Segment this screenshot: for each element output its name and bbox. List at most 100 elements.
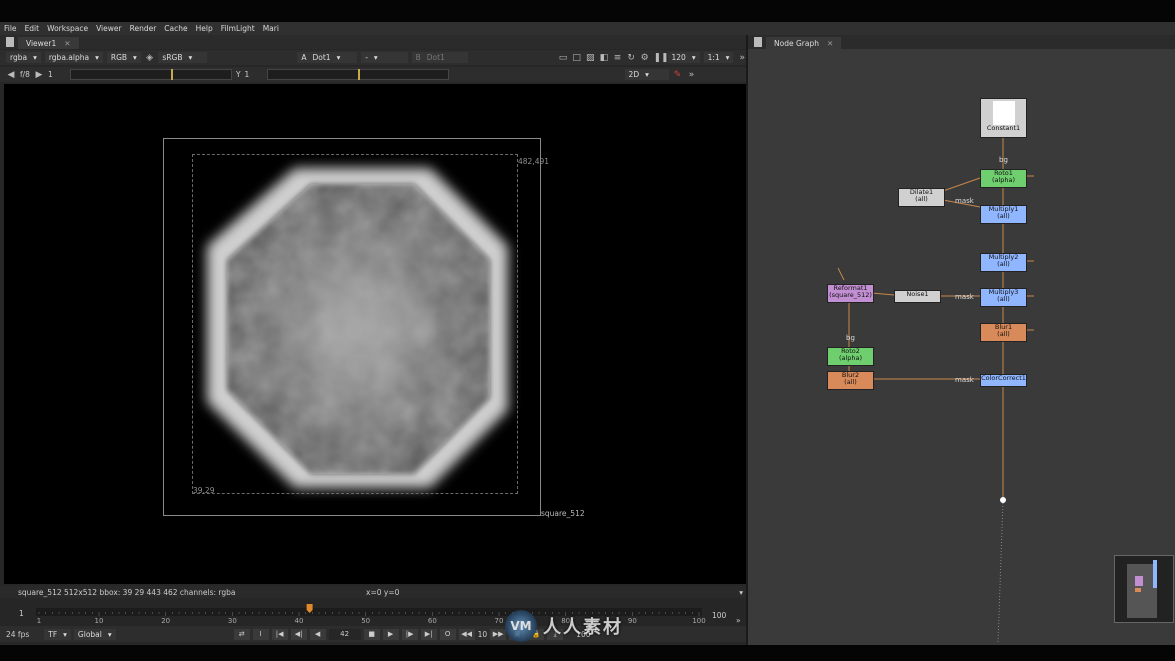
node-blur2[interactable]: Blur2 (all) [827, 371, 874, 390]
expand-icon[interactable]: » [687, 70, 697, 80]
alpha-channel-dropdown[interactable]: rgba.alpha ▾ [44, 52, 103, 63]
clip-warning-icon[interactable]: ▨ [585, 53, 595, 63]
tab-viewer1-label: Viewer1 [26, 38, 57, 48]
step-value[interactable]: 10 [478, 630, 488, 639]
dot-node[interactable] [1000, 497, 1006, 503]
prev-icon[interactable]: ◀ [6, 70, 16, 80]
alpha-channel-value: rgba.alpha [48, 53, 90, 62]
menu-workspace[interactable]: Workspace [43, 24, 92, 33]
range-dropdown[interactable]: Global ▾ [73, 628, 116, 640]
menu-file[interactable]: File [0, 24, 21, 33]
current-frame-field[interactable]: 42 [328, 628, 361, 640]
node-graph-panel[interactable]: Node Graph ✕ Constant1 bg Roto1 (alpha) … [748, 35, 1175, 645]
chevron-down-icon: ▾ [373, 53, 378, 62]
next-icon[interactable]: ▶ [34, 70, 44, 80]
fstop-value[interactable]: f/8 [20, 70, 30, 79]
gamma-label: Y [235, 70, 241, 79]
menu-mari[interactable]: Mari [259, 24, 283, 33]
top-black-bar [0, 0, 1175, 22]
wipe-icon[interactable]: ◧ [599, 53, 609, 63]
chevron-down-icon[interactable]: ▾ [739, 588, 743, 597]
menu-viewer[interactable]: Viewer [92, 24, 126, 33]
next-key-icon[interactable]: |▶ [401, 628, 418, 640]
edge-label-mask: mask [955, 376, 974, 384]
compare-dropdown[interactable]: - ▾ [361, 52, 408, 63]
gamma-slider[interactable] [266, 69, 449, 80]
pin-icon[interactable]: ✎ [673, 70, 683, 80]
view-mode-dropdown[interactable]: 2D ▾ [624, 69, 669, 80]
lines-icon[interactable]: ≡ [613, 53, 623, 63]
node-multiply3-channels: (all) [997, 295, 1010, 303]
skip-back-icon[interactable]: ◀◀ [458, 628, 475, 640]
gain-slider[interactable] [69, 69, 232, 80]
node-graph-pipes [837, 137, 1034, 644]
node-roto1[interactable]: Roto1 (alpha) [980, 169, 1027, 188]
input-a-dropdown[interactable]: A Dot1 ▾ [297, 52, 358, 63]
first-frame-icon[interactable]: |◀ [271, 628, 288, 640]
node-reformat1-format: (square_512) [829, 291, 872, 299]
expand-icon[interactable]: » [736, 616, 741, 625]
node-roto2[interactable]: Roto2 (alpha) [827, 347, 874, 366]
edge-label-bg: bg [846, 334, 855, 342]
prev-key-icon[interactable]: ◀| [290, 628, 307, 640]
gain-value[interactable]: 1 [48, 70, 66, 79]
skip-forward-icon[interactable]: ▶▶ [490, 628, 507, 640]
node-multiply1[interactable]: Multiply1 (all) [980, 205, 1027, 224]
viewer-status-bar: square_512 512x512 bbox: 39 29 443 462 c… [0, 586, 747, 598]
menu-render[interactable]: Render [126, 24, 161, 33]
chevron-down-icon: ▾ [336, 53, 341, 62]
step-back-icon[interactable]: ◀ [309, 628, 326, 640]
loop-icon[interactable]: ⇄ [233, 628, 250, 640]
refresh-icon[interactable]: ↻ [626, 53, 636, 63]
timeline-end[interactable]: 100 [712, 611, 726, 620]
close-icon[interactable]: ✕ [64, 39, 70, 48]
node-blur1[interactable]: Blur1 (all) [980, 323, 1027, 342]
last-frame-icon[interactable]: ▶| [420, 628, 437, 640]
node-multiply2[interactable]: Multiply2 (all) [980, 253, 1027, 272]
watermark: VM 人人素材 [505, 606, 705, 646]
node-graph-minimap[interactable] [1114, 555, 1174, 623]
display-dropdown[interactable]: RGB ▾ [106, 52, 141, 63]
compare-value: - [365, 53, 368, 62]
node-noise1[interactable]: Noise1 [894, 290, 941, 303]
in-point-icon[interactable]: I [252, 628, 269, 640]
stop-icon[interactable]: ■ [363, 628, 380, 640]
menu-help[interactable]: Help [192, 24, 217, 33]
node-blur1-channels: (all) [997, 330, 1010, 338]
menu-filmlight[interactable]: FilmLight [217, 24, 259, 33]
gamma-slider-knob[interactable] [357, 69, 360, 80]
chevron-down-icon: ▾ [691, 53, 696, 62]
zoom-dropdown[interactable]: 120 ▾ [667, 52, 700, 63]
input-b-dropdown[interactable]: B Dot1 [411, 52, 468, 63]
mask-overlay-icon[interactable]: □ [572, 53, 582, 63]
timeline-start[interactable]: 1 [19, 609, 24, 618]
panel-menu-icon[interactable] [6, 37, 14, 47]
proxy-icon[interactable]: ◈ [145, 53, 155, 63]
gear-icon[interactable]: ⚙ [640, 53, 650, 63]
node-colorcorrect1[interactable]: ColorCorrect1 [980, 374, 1027, 387]
node-dilate1-channels: (all) [915, 195, 928, 203]
out-point-icon[interactable]: O [439, 628, 456, 640]
roi-icon[interactable]: ▭ [558, 53, 568, 63]
gamma-value[interactable]: 1 [245, 70, 263, 79]
node-noise1-label: Noise1 [906, 290, 929, 298]
timeline-tick-label: 40 [295, 617, 304, 624]
node-constant1[interactable]: Constant1 [980, 98, 1027, 138]
node-multiply3[interactable]: Multiply3 (all) [980, 288, 1027, 307]
node-roto1-channels: (alpha) [991, 176, 1016, 184]
menu-edit[interactable]: Edit [21, 24, 44, 33]
play-icon[interactable]: ▶ [382, 628, 399, 640]
scale-dropdown[interactable]: 1:1 ▾ [703, 52, 734, 63]
tab-viewer1[interactable]: Viewer1 ✕ [18, 37, 79, 49]
zoom-value: 120 [671, 53, 686, 62]
tf-dropdown[interactable]: TF ▾ [44, 628, 71, 640]
pause-icon[interactable]: ❚❚ [654, 53, 669, 63]
gain-slider-knob[interactable] [170, 69, 173, 80]
node-reformat1[interactable]: Reformat1 (square_512) [827, 284, 874, 303]
node-dilate1[interactable]: Dilate1 (all) [898, 188, 945, 207]
lut-dropdown[interactable]: sRGB ▾ [158, 52, 207, 63]
node-multiply2-channels: (all) [997, 260, 1010, 268]
menu-cache[interactable]: Cache [160, 24, 191, 33]
fps-value[interactable]: 24 fps [6, 630, 29, 639]
channels-dropdown[interactable]: rgba ▾ [6, 52, 41, 63]
